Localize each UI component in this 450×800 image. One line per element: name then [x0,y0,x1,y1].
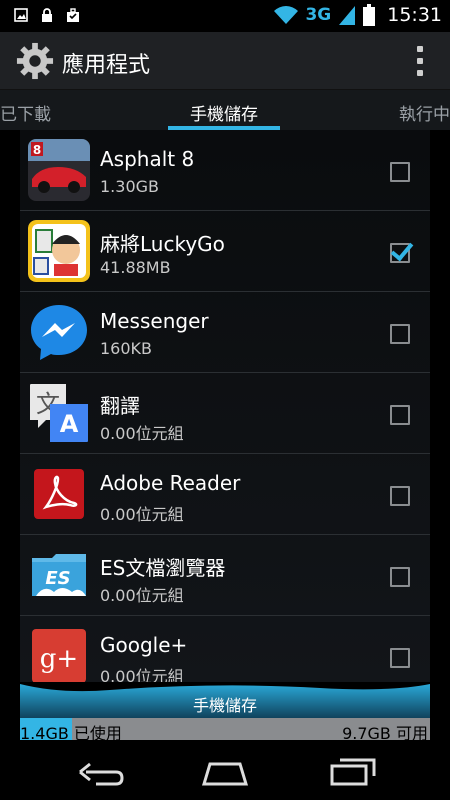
tab-phone-storage[interactable]: 手機儲存 [190,100,258,125]
svg-text:ES: ES [45,568,70,589]
app-name: 麻將LuckyGo [100,232,225,256]
app-size: 0.00位元組 [100,505,184,524]
app-name: Adobe Reader [100,471,241,495]
signal-icon [339,6,356,25]
svg-text:A: A [60,410,79,438]
gear-icon[interactable] [16,42,54,80]
battery-icon [363,4,376,26]
es-file-explorer-icon: ES [28,544,90,606]
recent-apps-icon[interactable] [328,754,378,788]
lock-icon [42,8,52,22]
app-name: Asphalt 8 [100,147,195,171]
list-item[interactable]: 麻將LuckyGo 41.88MB [20,211,430,292]
messenger-icon [28,301,90,363]
storage-free: 9.7GB 可用 [342,724,428,743]
overflow-menu-icon[interactable] [416,46,424,76]
adobe-reader-icon [28,463,90,525]
storage-summary: 手機儲存 1.4GB 已使用 9.7GB 可用 [20,680,430,743]
translate-icon: 文 A [28,382,90,444]
select-checkbox[interactable] [390,405,410,425]
image-icon [14,8,28,22]
app-name: Google+ [100,633,188,657]
app-size: 1.30GB [100,177,159,196]
svg-text:8: 8 [33,143,41,157]
page-title: 應用程式 [62,53,151,78]
storage-used: 1.4GB 已使用 [20,724,122,743]
list-item[interactable]: ES ES文檔瀏覽器 0.00位元組 [20,535,430,616]
clock: 15:31 [387,4,442,26]
app-name: 翻譯 [100,394,140,418]
list-item[interactable]: 文 A 翻譯 0.00位元組 [20,373,430,454]
app-name: Messenger [100,309,209,333]
app-size: 160KB [100,339,153,358]
tab-bar: 已下載 手機儲存 執行中 [0,90,450,130]
select-checkbox[interactable] [390,324,410,344]
list-item[interactable]: 8 Asphalt 8 1.30GB [20,130,430,211]
google-plus-icon: g+ [28,625,90,682]
app-size: 41.88MB [100,258,171,277]
svg-text:g+: g+ [40,644,78,674]
network-type: 3G [305,5,332,25]
list-item[interactable]: Adobe Reader 0.00位元組 [20,454,430,535]
select-checkbox[interactable] [390,162,410,182]
navigation-bar [0,742,450,800]
app-name: ES文檔瀏覽器 [100,556,226,580]
back-icon[interactable] [76,754,126,788]
list-item[interactable]: g+ Google+ 0.00位元組 [20,616,430,682]
asphalt-icon: 8 [28,139,90,201]
app-size: 0.00位元組 [100,424,184,443]
action-bar: 應用程式 [0,32,450,90]
select-checkbox[interactable] [390,648,410,668]
list-item[interactable]: Messenger 160KB [20,292,430,373]
app-size: 0.00位元組 [100,586,184,605]
briefcase-icon [67,8,79,22]
home-icon[interactable] [200,754,250,788]
select-checkbox[interactable] [390,567,410,587]
mahjong-icon [28,220,90,282]
wifi-icon [274,6,299,24]
app-list[interactable]: 8 Asphalt 8 1.30GB 麻將LuckyGo 41.88MB Mes… [20,130,430,682]
tab-downloaded[interactable]: 已下載 [0,100,51,125]
select-checkbox[interactable] [390,243,410,263]
storage-title: 手機儲存 [192,696,257,715]
tab-running[interactable]: 執行中 [399,100,450,125]
status-bar: 3G 15:31 [0,0,450,32]
select-checkbox[interactable] [390,486,410,506]
storage-bar: 1.4GB 已使用 9.7GB 可用 [20,718,430,743]
